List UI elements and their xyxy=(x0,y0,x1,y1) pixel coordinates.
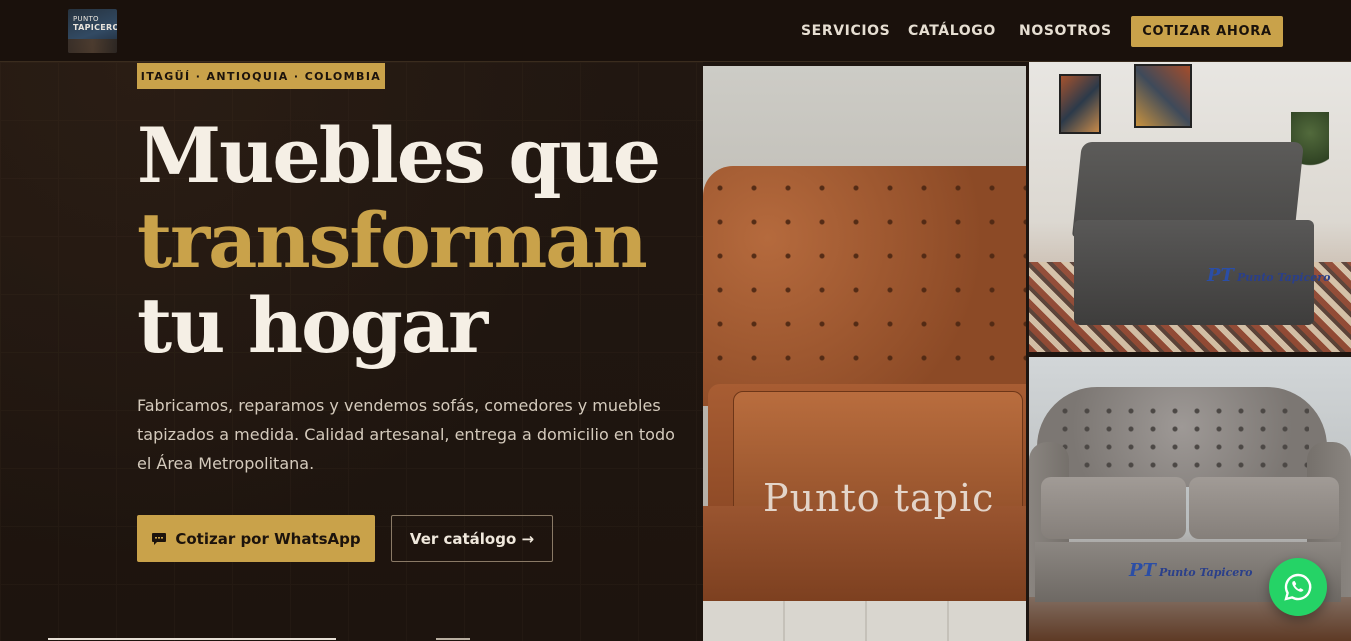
sofa-tufting xyxy=(1054,402,1309,477)
hero-description: Fabricamos, reparamos y vendemos sofás, … xyxy=(137,396,675,473)
floor-tiles xyxy=(703,601,1026,641)
gallery-photo-grey-sofabed: PT Punto Tapicero xyxy=(1029,62,1351,352)
photo-watermark-logo: PT Punto Tapicero xyxy=(1207,267,1330,285)
headline-line-1: Muebles que xyxy=(137,111,661,200)
wall-art-left xyxy=(1059,74,1101,134)
sofa-cushion-left xyxy=(1041,477,1186,539)
watermark-text: Punto Tapicero xyxy=(1236,271,1331,284)
nav-link-catalogo[interactable]: CATÁLOGO xyxy=(908,23,996,39)
sofa-tufting xyxy=(703,171,1026,391)
quote-now-button[interactable]: COTIZAR AHORA xyxy=(1131,16,1283,47)
logo-text-line2: TAPICERO xyxy=(73,23,117,32)
whatsapp-icon xyxy=(1284,573,1312,601)
watermark-text: Punto Tapicero xyxy=(1158,566,1253,579)
sofa-front xyxy=(703,506,1026,601)
whatsapp-floating-button[interactable] xyxy=(1269,558,1327,616)
photo-watermark-logo: PT Punto Tapicero xyxy=(1129,562,1252,580)
navbar: PUNTO TAPICERO SERVICIOS CATÁLOGO NOSOTR… xyxy=(0,0,1351,62)
chat-bubble-icon xyxy=(152,532,167,545)
photo-watermark: Punto tapic xyxy=(763,476,995,520)
whatsapp-quote-button-label: Cotizar por WhatsApp xyxy=(175,529,361,548)
headline-line-2: transforman xyxy=(137,196,648,285)
brand-logo[interactable]: PUNTO TAPICERO xyxy=(68,9,117,53)
logo-decoration xyxy=(68,39,117,53)
wall-art-right xyxy=(1134,64,1192,128)
watermark-initials: PT xyxy=(1129,560,1156,581)
watermark-initials: PT xyxy=(1207,265,1234,286)
logo-text-line1: PUNTO xyxy=(73,15,99,23)
sofa-cushion-right xyxy=(1189,477,1339,539)
headline-line-3: tu hogar xyxy=(137,281,488,370)
nav-link-nosotros[interactable]: NOSOTROS xyxy=(1019,23,1112,39)
scroll-indicator-secondary xyxy=(436,638,470,640)
gallery-photo-brown-sofa: Punto tapic xyxy=(703,66,1026,641)
whatsapp-quote-button[interactable]: Cotizar por WhatsApp xyxy=(137,515,375,562)
view-catalog-button[interactable]: Ver catálogo → xyxy=(391,515,553,562)
scroll-indicator xyxy=(48,638,336,640)
nav-link-servicios[interactable]: SERVICIOS xyxy=(801,23,890,39)
location-badge: ITAGÜÍ · ANTIOQUIA · COLOMBIA xyxy=(137,63,385,89)
